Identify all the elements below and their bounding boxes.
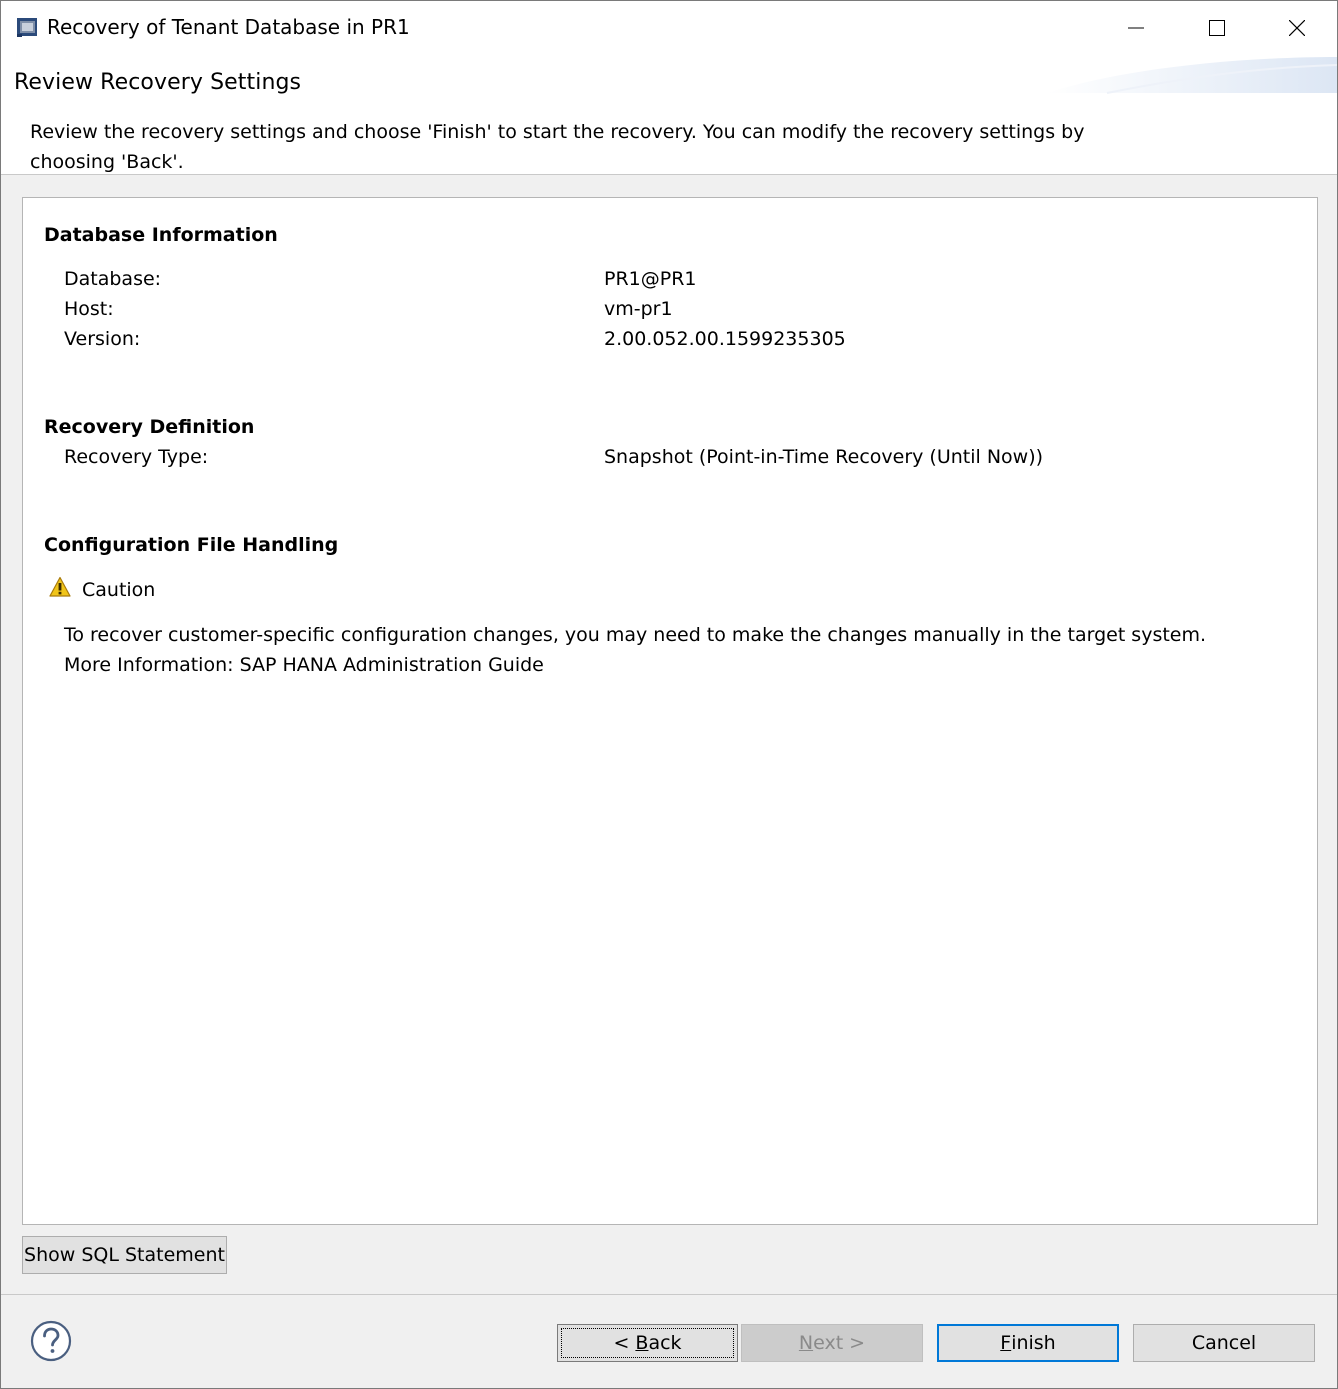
finish-button-rest: inish [1011, 1332, 1056, 1354]
show-sql-statement-button[interactable]: Show SQL Statement [22, 1236, 227, 1274]
warning-icon [49, 576, 71, 597]
back-button[interactable]: < Back [557, 1324, 738, 1362]
title-bar: Recovery of Tenant Database in PR1 [1, 1, 1337, 57]
back-button-mnemonic: B [635, 1332, 649, 1354]
app-window-icon [17, 18, 37, 37]
recovery-dialog: Recovery of Tenant Database in PR1 Revie… [0, 0, 1338, 1389]
host-value: vm-pr1 [604, 298, 673, 320]
page-description: Review the recovery settings and choose … [30, 121, 1085, 173]
next-button[interactable]: Next > [741, 1324, 923, 1362]
page-title: Review Recovery Settings [14, 70, 302, 95]
caution-note: To recover customer-specific configurati… [64, 624, 1207, 646]
close-icon [1289, 20, 1305, 36]
wizard-header: Review Recovery Settings Review the reco… [1, 57, 1337, 175]
review-panel: Database Information Database: PR1@PR1 H… [22, 197, 1318, 1225]
minimize-button[interactable] [1096, 1, 1176, 55]
finish-button[interactable]: Finish [937, 1324, 1119, 1362]
header-decoration [1047, 57, 1337, 94]
recovery-type-value: Snapshot (Point-in-Time Recovery (Until … [604, 446, 1044, 468]
window-title: Recovery of Tenant Database in PR1 [47, 15, 410, 39]
host-label: Host: [64, 298, 114, 320]
back-button-rest: ack [648, 1332, 682, 1354]
database-value: PR1@PR1 [604, 268, 697, 290]
minimize-icon [1128, 27, 1144, 29]
finish-button-mnemonic: F [1000, 1332, 1012, 1354]
recovery-type-label: Recovery Type: [64, 446, 209, 468]
caution-label: Caution [82, 579, 156, 601]
button-bar-separator [1, 1294, 1337, 1295]
database-label: Database: [64, 268, 162, 290]
version-label: Version: [64, 328, 141, 350]
recovery-definition-heading: Recovery Definition [44, 416, 255, 438]
close-button[interactable] [1257, 1, 1337, 55]
database-information-heading: Database Information [44, 224, 278, 246]
more-information-text: More Information: SAP HANA Administratio… [64, 654, 544, 676]
back-button-prefix: < [613, 1332, 636, 1354]
maximize-button[interactable] [1177, 1, 1257, 55]
version-value: 2.00.052.00.1599235305 [604, 328, 846, 350]
cancel-button[interactable]: Cancel [1133, 1324, 1315, 1362]
next-button-label: Next > [798, 1332, 866, 1354]
help-icon[interactable] [30, 1320, 72, 1362]
maximize-icon [1209, 20, 1225, 36]
configuration-file-handling-heading: Configuration File Handling [44, 534, 339, 556]
